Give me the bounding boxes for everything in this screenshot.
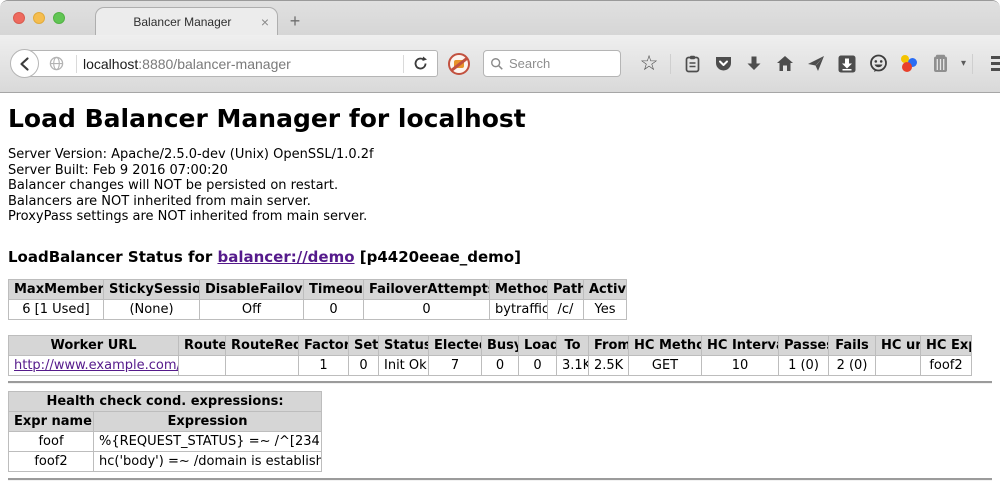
window-controls <box>13 12 65 24</box>
flash-blocked-icon[interactable] <box>448 53 470 75</box>
server-built-line: Server Built: Feb 9 2016 07:00:20 <box>8 163 992 179</box>
globe-icon <box>49 56 64 71</box>
table-header-row: Worker URL Route RouteRedir Factor Set S… <box>9 335 972 355</box>
pocket-icon[interactable] <box>713 54 733 74</box>
health-check-table: Health check cond. expressions: Expr nam… <box>8 391 322 472</box>
bookmark-star-icon[interactable]: ☆ <box>639 54 659 74</box>
reload-icon[interactable] <box>412 55 429 72</box>
url-text: localhost:8880/balancer-manager <box>83 56 397 72</box>
url-bar[interactable]: localhost:8880/balancer-manager <box>24 50 438 77</box>
tab-close-icon[interactable]: × <box>261 15 269 29</box>
table-row: foof %{REQUEST_STATUS} =~ /^[234]/ <box>9 431 322 451</box>
smiley-extension-icon[interactable] <box>868 54 888 74</box>
table-header-row: MaxMembers StickySession DisableFailover… <box>9 279 627 299</box>
send-plane-icon[interactable] <box>806 54 826 74</box>
navigation-toolbar: localhost:8880/balancer-manager ☆ <box>0 35 1000 93</box>
balancer-inherit-note: Balancers are NOT inherited from main se… <box>8 194 992 210</box>
toolbar-divider <box>972 54 973 74</box>
toolbar-divider <box>670 54 671 74</box>
search-box[interactable] <box>483 50 621 77</box>
proxypass-inherit-note: ProxyPass settings are NOT inherited fro… <box>8 209 992 225</box>
toolbar-icons: ☆ <box>639 54 966 74</box>
loadbalancer-status-heading: LoadBalancer Status for balancer://demo … <box>8 248 992 266</box>
tab-balancer-manager[interactable]: Balancer Manager × <box>95 7 278 35</box>
search-icon <box>490 57 504 71</box>
container-extension-icon[interactable] <box>930 54 950 74</box>
section-divider <box>8 381 992 384</box>
close-window-button[interactable] <box>13 12 25 24</box>
worker-url-link[interactable]: http://www.example.com/ <box>14 358 179 373</box>
clipboard-icon[interactable] <box>682 54 702 74</box>
table-row: foof2 hc('body') =~ /domain is establish… <box>9 451 322 471</box>
table-header-row: Expr name Expression <box>9 411 322 431</box>
back-button[interactable] <box>10 49 39 78</box>
home-icon[interactable] <box>775 54 795 74</box>
page-content: Load Balancer Manager for localhost Serv… <box>0 93 1000 491</box>
toolbar-right-group <box>966 54 1000 74</box>
downloads-arrow-icon[interactable] <box>744 54 764 74</box>
download-extension-icon[interactable] <box>837 54 857 74</box>
page-bottom-divider <box>8 478 992 481</box>
new-tab-button[interactable]: + <box>278 7 312 35</box>
health-table-title: Health check cond. expressions: <box>9 391 322 411</box>
server-info: Server Version: Apache/2.5.0-dev (Unix) … <box>8 147 992 225</box>
url-host: localhost <box>83 56 138 72</box>
table-title-row: Health check cond. expressions: <box>9 391 322 411</box>
downloadhelper-dots-icon[interactable] <box>899 54 919 74</box>
worker-row: http://www.example.com/ 1 0 Init Ok 7 0 … <box>9 355 972 375</box>
balancer-settings-table: MaxMembers StickySession DisableFailover… <box>8 279 627 320</box>
back-arrow-icon <box>17 56 33 72</box>
urlbar-divider <box>403 55 404 73</box>
table-row: 6 [1 Used] (None) Off 0 0 bytraffic /c/ … <box>9 299 627 319</box>
balancer-demo-link[interactable]: balancer://demo <box>217 248 354 266</box>
browser-window: Balancer Manager × + localhost:8880/bala… <box>0 0 1000 491</box>
balancer-persist-note: Balancer changes will NOT be persisted o… <box>8 178 992 194</box>
menu-hamburger-icon[interactable] <box>991 56 1000 71</box>
tab-bar: Balancer Manager × + <box>0 1 1000 35</box>
worker-status-table: Worker URL Route RouteRedir Factor Set S… <box>8 335 972 376</box>
minimize-window-button[interactable] <box>33 12 45 24</box>
url-path: :8880/balancer-manager <box>138 56 291 72</box>
urlbar-divider <box>76 55 77 73</box>
server-version-line: Server Version: Apache/2.5.0-dev (Unix) … <box>8 147 992 163</box>
tab-title: Balancer Manager <box>104 15 261 29</box>
page-title: Load Balancer Manager for localhost <box>8 104 992 133</box>
zoom-window-button[interactable] <box>53 12 65 24</box>
search-input[interactable] <box>509 56 609 71</box>
